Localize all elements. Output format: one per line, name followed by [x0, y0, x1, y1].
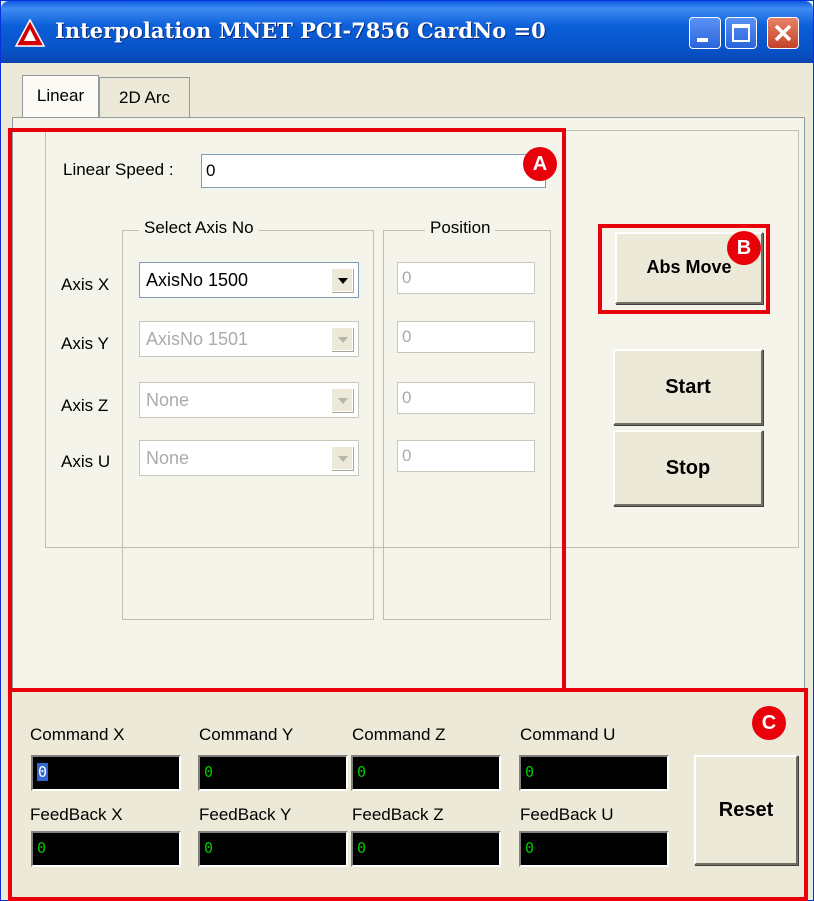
annotation-badge-a: A: [523, 147, 557, 181]
annotation-badge-c: C: [752, 706, 786, 740]
annotation-box-c: [8, 688, 808, 901]
stop-button[interactable]: Stop: [613, 430, 763, 506]
tab-2d-arc[interactable]: 2D Arc: [99, 77, 190, 117]
app-logo-icon: [15, 19, 45, 47]
start-button[interactable]: Start: [613, 349, 763, 425]
close-icon: [774, 24, 792, 42]
title-bar[interactable]: Interpolation MNET PCI-7856 CardNo =0: [1, 1, 813, 63]
annotation-badge-b: B: [727, 231, 761, 265]
maximize-icon: [732, 24, 750, 42]
maximize-button[interactable]: [725, 17, 757, 49]
minimize-icon: [697, 38, 708, 42]
window-title: Interpolation MNET PCI-7856 CardNo =0: [55, 18, 546, 43]
close-button[interactable]: [767, 17, 799, 49]
tab-linear[interactable]: Linear: [22, 75, 99, 117]
annotation-box-a: [8, 128, 566, 692]
minimize-button[interactable]: [689, 17, 721, 49]
